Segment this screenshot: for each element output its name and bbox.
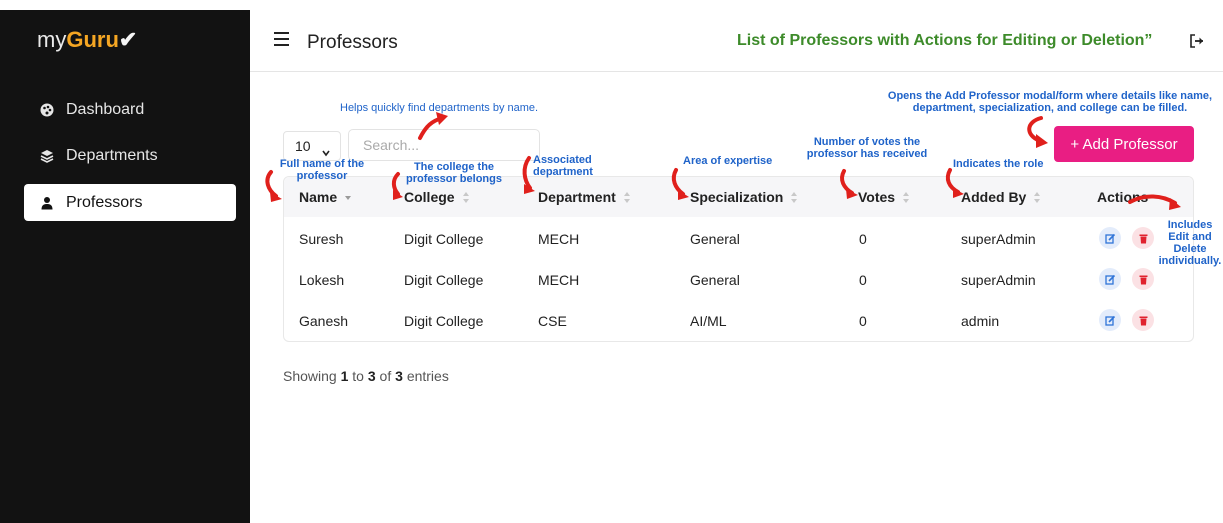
annotation-arrows bbox=[265, 112, 1181, 210]
